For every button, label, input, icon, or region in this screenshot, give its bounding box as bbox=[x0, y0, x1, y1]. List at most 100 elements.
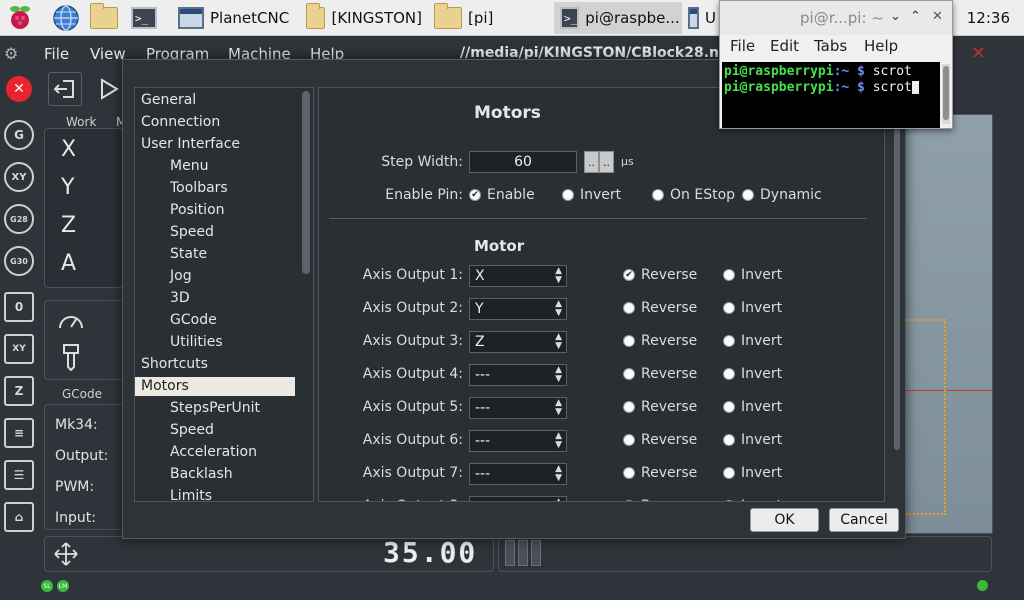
tree-item-3d[interactable]: 3D bbox=[135, 289, 295, 308]
tree-item-speed[interactable]: Speed bbox=[135, 421, 295, 440]
task-kingston-folder[interactable]: [KINGSTON] bbox=[300, 2, 428, 34]
content-scrollbar[interactable] bbox=[892, 87, 902, 477]
step-width-input[interactable]: 60 bbox=[469, 151, 577, 173]
step-width-decrease-button[interactable]: .. bbox=[584, 151, 599, 173]
checkbox[interactable] bbox=[723, 467, 735, 479]
radio-button[interactable] bbox=[652, 189, 664, 201]
axis-output-select[interactable]: --- ▲▼ bbox=[469, 397, 567, 419]
3d-viewport[interactable] bbox=[895, 114, 993, 534]
axis-invert-option[interactable]: Invert bbox=[723, 333, 782, 349]
axis-output-select[interactable]: X ▲ ▼ bbox=[469, 265, 567, 287]
browser-globe-icon[interactable] bbox=[52, 4, 80, 32]
checkbox[interactable]: ✔ bbox=[623, 269, 635, 281]
axis-output-select[interactable]: --- ▲▼ bbox=[469, 463, 567, 485]
axis-reverse-option[interactable]: Reverse bbox=[623, 432, 697, 448]
radio-button[interactable] bbox=[742, 189, 754, 201]
task-planetcnc[interactable]: PlanetCNC bbox=[172, 2, 300, 34]
tree-item-gcode[interactable]: GCode bbox=[135, 311, 295, 330]
enable-pin-option-on-estop[interactable]: On EStop bbox=[652, 187, 735, 203]
axis-a-label[interactable]: A bbox=[61, 251, 76, 276]
terminal-menu-help[interactable]: Help bbox=[864, 37, 898, 55]
axis-invert-option[interactable]: Invert bbox=[723, 366, 782, 382]
axis-invert-option[interactable]: Invert bbox=[723, 267, 782, 283]
tree-scrollbar[interactable] bbox=[302, 91, 310, 274]
enable-pin-option-enable[interactable]: ✔ Enable bbox=[469, 187, 535, 203]
tree-item-connection[interactable]: Connection bbox=[135, 113, 295, 132]
tree-item-limits[interactable]: Limits bbox=[135, 487, 295, 501]
tree-item-position[interactable]: Position bbox=[135, 201, 295, 220]
axis-z-label[interactable]: Z bbox=[61, 213, 76, 238]
tool-measure-icon[interactable]: ☰ bbox=[4, 460, 34, 490]
file-manager-icon[interactable] bbox=[90, 3, 118, 32]
radio-button[interactable]: ✔ bbox=[469, 189, 481, 201]
tree-item-motors[interactable]: Motors bbox=[135, 377, 295, 396]
checkbox[interactable] bbox=[623, 467, 635, 479]
checkbox[interactable] bbox=[623, 368, 635, 380]
task-terminal[interactable]: >_ pi@raspbe... bbox=[554, 2, 682, 34]
clock[interactable]: 12:36 bbox=[967, 9, 1010, 27]
tree-item-menu[interactable]: Menu bbox=[135, 157, 295, 176]
checkbox[interactable] bbox=[623, 434, 635, 446]
close-window-icon[interactable]: ✕ bbox=[932, 9, 943, 24]
tab-gcode[interactable]: GCode bbox=[62, 387, 102, 401]
axis-invert-option[interactable]: Invert bbox=[723, 399, 782, 415]
axis-output-select[interactable]: Z ▲ ▼ bbox=[469, 331, 567, 353]
terminal-menu-file[interactable]: File bbox=[730, 37, 755, 55]
axis-output-select[interactable]: --- ▲▼ bbox=[469, 496, 567, 501]
axis-reverse-option[interactable]: Reverse bbox=[623, 366, 697, 382]
maximize-icon[interactable]: ⌃ bbox=[910, 9, 921, 24]
raspberry-menu-icon[interactable] bbox=[6, 4, 34, 32]
task-pi-folder[interactable]: [pi] bbox=[428, 2, 554, 34]
checkbox[interactable] bbox=[723, 368, 735, 380]
task-planetcnc-dialog[interactable]: U bbox=[682, 2, 722, 34]
tab-work[interactable]: Work bbox=[66, 115, 96, 129]
axis-invert-option[interactable]: Invert bbox=[723, 465, 782, 481]
xy-zero-icon[interactable]: XY bbox=[4, 334, 34, 364]
close-icon[interactable]: ✕ bbox=[971, 43, 986, 64]
axis-reverse-option[interactable]: Reverse bbox=[623, 498, 697, 501]
measure-icon[interactable]: ≡ bbox=[4, 418, 34, 448]
home-icon[interactable]: ⌂ bbox=[4, 502, 34, 532]
axis-reverse-option[interactable]: Reverse bbox=[623, 399, 697, 415]
cancel-button[interactable]: Cancel bbox=[829, 508, 899, 532]
checkbox[interactable] bbox=[723, 269, 735, 281]
tree-item-utilities[interactable]: Utilities bbox=[135, 333, 295, 352]
menu-view[interactable]: View bbox=[90, 45, 126, 63]
axis-reverse-option[interactable]: ✔ Reverse bbox=[623, 267, 697, 283]
terminal-menu-tabs[interactable]: Tabs bbox=[814, 37, 847, 55]
enable-pin-option-invert[interactable]: Invert bbox=[562, 187, 621, 203]
tree-item-speed[interactable]: Speed bbox=[135, 223, 295, 242]
tree-item-stepsperunit[interactable]: StepsPerUnit bbox=[135, 399, 295, 418]
axis-output-select[interactable]: Y ▲ ▼ bbox=[469, 298, 567, 320]
gear-icon[interactable]: ⚙ bbox=[4, 44, 18, 63]
tree-item-general[interactable]: General bbox=[135, 91, 295, 110]
terminal-scrollbar[interactable] bbox=[942, 64, 950, 124]
axis-invert-option[interactable]: Invert bbox=[723, 300, 782, 316]
checkbox[interactable] bbox=[723, 302, 735, 314]
tree-item-shortcuts[interactable]: Shortcuts bbox=[135, 355, 295, 374]
play-button[interactable] bbox=[92, 72, 126, 106]
axis-reverse-option[interactable]: Reverse bbox=[623, 333, 697, 349]
g-home-icon[interactable]: G bbox=[4, 120, 34, 150]
terminal-launcher-icon[interactable]: >_ bbox=[130, 4, 158, 32]
checkbox[interactable] bbox=[623, 335, 635, 347]
axis-output-select[interactable]: --- ▲▼ bbox=[469, 364, 567, 386]
checkbox[interactable] bbox=[623, 401, 635, 413]
settings-tree[interactable]: General Connection User Interface Menu Toolb… bbox=[134, 87, 314, 502]
radio-button[interactable] bbox=[562, 189, 574, 201]
tree-item-acceleration[interactable]: Acceleration bbox=[135, 443, 295, 462]
tree-item-backlash[interactable]: Backlash bbox=[135, 465, 295, 484]
menu-file[interactable]: File bbox=[44, 45, 69, 63]
tree-item-jog[interactable]: Jog bbox=[135, 267, 295, 286]
terminal-output[interactable]: pi@raspberrypi:~ $ scrot pi@raspberrypi:… bbox=[722, 62, 940, 128]
axis-reverse-option[interactable]: Reverse bbox=[623, 300, 697, 316]
emergency-stop-button[interactable]: ✕ bbox=[6, 76, 32, 102]
terminal-menu-edit[interactable]: Edit bbox=[770, 37, 799, 55]
checkbox[interactable] bbox=[723, 335, 735, 347]
axis-reverse-option[interactable]: Reverse bbox=[623, 465, 697, 481]
tree-item-state[interactable]: State bbox=[135, 245, 295, 264]
checkbox[interactable] bbox=[623, 302, 635, 314]
checkbox[interactable] bbox=[723, 434, 735, 446]
checkbox[interactable] bbox=[723, 401, 735, 413]
zero-icon[interactable]: 0 bbox=[4, 292, 34, 322]
